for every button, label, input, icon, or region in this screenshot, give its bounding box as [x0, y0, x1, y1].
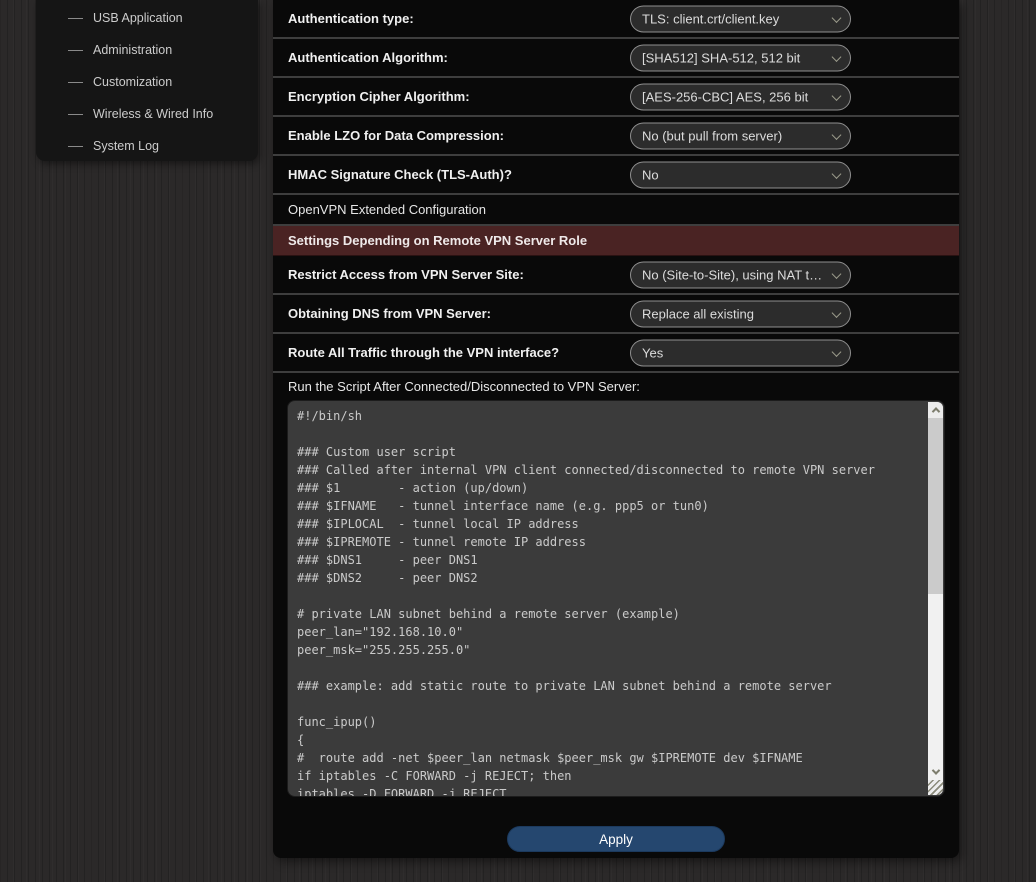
hmac-signature-select[interactable]: No	[630, 161, 851, 188]
authentication-type-select[interactable]: TLS: client.crt/client.key	[630, 5, 851, 32]
chevron-down-icon	[931, 766, 939, 774]
encryption-cipher-select[interactable]: [AES-256-CBC] AES, 256 bit	[630, 83, 851, 110]
route-all-traffic-select[interactable]: Yes	[630, 339, 851, 366]
section-remote-vpn-server-role: Settings Depending on Remote VPN Server …	[273, 226, 959, 256]
scroll-down-button[interactable]	[928, 764, 943, 780]
restrict-access-label: Restrict Access from VPN Server Site:	[288, 267, 524, 282]
row-authentication-algorithm: Authentication Algorithm: [SHA512] SHA-5…	[273, 39, 959, 78]
lzo-compression-select[interactable]: No (but pull from server)	[630, 122, 851, 149]
hmac-signature-label: HMAC Signature Check (TLS-Auth)?	[288, 167, 512, 182]
authentication-algorithm-label: Authentication Algorithm:	[288, 50, 448, 65]
lzo-compression-label: Enable LZO for Data Compression:	[288, 128, 504, 143]
row-route-all-traffic: Route All Traffic through the VPN interf…	[273, 334, 959, 373]
chevron-up-icon	[931, 407, 939, 415]
dash-icon	[68, 114, 83, 115]
obtaining-dns-select[interactable]: Replace all existing	[630, 300, 851, 327]
dash-icon	[68, 18, 83, 19]
textarea-resize-grip[interactable]	[928, 780, 943, 795]
sidebar-item-wireless-wired-info[interactable]: Wireless & Wired Info	[36, 98, 258, 130]
sidebar-item-administration[interactable]: Administration	[36, 34, 258, 66]
vpn-client-settings-panel: Authentication type: TLS: client.crt/cli…	[273, 0, 959, 858]
row-obtaining-dns: Obtaining DNS from VPN Server: Replace a…	[273, 295, 959, 334]
encryption-cipher-label: Encryption Cipher Algorithm:	[288, 89, 470, 104]
vpn-script-textarea[interactable]: #!/bin/sh ### Custom user script ### Cal…	[287, 400, 945, 797]
apply-button[interactable]: Apply	[507, 826, 725, 852]
row-hmac-signature: HMAC Signature Check (TLS-Auth)? No	[273, 156, 959, 195]
sidebar-item-label: Administration	[93, 43, 172, 57]
obtaining-dns-label: Obtaining DNS from VPN Server:	[288, 306, 491, 321]
authentication-algorithm-select[interactable]: [SHA512] SHA-512, 512 bit	[630, 44, 851, 71]
row-authentication-type: Authentication type: TLS: client.crt/cli…	[273, 0, 959, 39]
scrollbar-thumb[interactable]	[928, 418, 943, 594]
script-editor-area: #!/bin/sh ### Custom user script ### Cal…	[287, 400, 945, 797]
dash-icon	[68, 146, 83, 147]
sidebar-menu: USB Application Administration Customiza…	[36, 0, 258, 161]
authentication-type-label: Authentication type:	[288, 11, 414, 26]
dash-icon	[68, 82, 83, 83]
sidebar-item-usb-application[interactable]: USB Application	[36, 2, 258, 34]
sidebar-item-label: System Log	[93, 139, 159, 153]
scroll-up-button[interactable]	[928, 402, 943, 418]
row-encryption-cipher: Encryption Cipher Algorithm: [AES-256-CB…	[273, 78, 959, 117]
sidebar-item-customization[interactable]: Customization	[36, 66, 258, 98]
textarea-scrollbar[interactable]	[928, 402, 943, 780]
script-label: Run the Script After Connected/Disconnec…	[273, 373, 959, 400]
sidebar-item-system-log[interactable]: System Log	[36, 130, 258, 162]
row-restrict-access: Restrict Access from VPN Server Site: No…	[273, 256, 959, 295]
route-all-traffic-label: Route All Traffic through the VPN interf…	[288, 345, 559, 360]
sidebar-item-label: Customization	[93, 75, 172, 89]
row-lzo-compression: Enable LZO for Data Compression: No (but…	[273, 117, 959, 156]
dash-icon	[68, 50, 83, 51]
sidebar-item-label: Wireless & Wired Info	[93, 107, 213, 121]
section-openvpn-extended-configuration: OpenVPN Extended Configuration	[273, 195, 959, 226]
sidebar-item-label: USB Application	[93, 11, 183, 25]
restrict-access-select[interactable]: No (Site-to-Site), using NAT trans	[630, 261, 851, 288]
